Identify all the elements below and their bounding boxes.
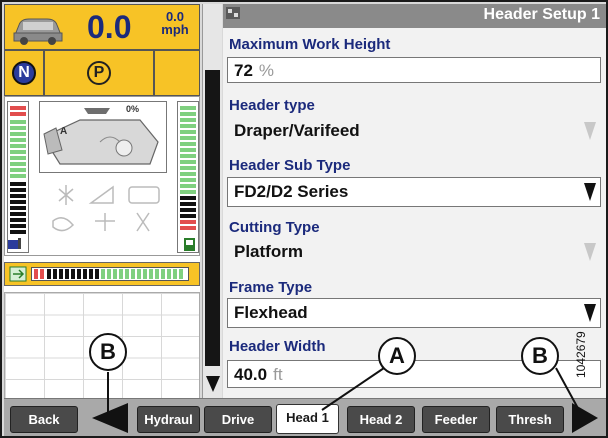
park-indicator: P bbox=[44, 50, 154, 96]
cutting-type-label: Cutting Type bbox=[229, 219, 320, 236]
tab-head-1[interactable]: Head 1 bbox=[276, 404, 339, 434]
page-title: Header Setup 1 bbox=[483, 6, 600, 23]
max-work-height-value: 72 bbox=[234, 61, 253, 80]
dropdown-arrow-disabled-icon bbox=[584, 243, 596, 261]
callout-b-right: B bbox=[521, 337, 559, 375]
title-bar: Header Setup 1 bbox=[223, 4, 606, 28]
grain-tank-gauge bbox=[177, 101, 199, 253]
max-work-height-label: Maximum Work Height bbox=[229, 36, 391, 53]
cutting-type-dropdown: Platform bbox=[227, 237, 601, 267]
max-work-height-unit: % bbox=[258, 61, 275, 80]
header-type-value: Draper/Varifeed bbox=[234, 121, 360, 140]
tab-thresh[interactable]: Thresh bbox=[496, 406, 564, 433]
header-width-label: Header Width bbox=[229, 338, 326, 355]
neutral-indicator: N bbox=[4, 50, 44, 96]
fan-icon bbox=[9, 266, 27, 282]
machine-percent: 0% bbox=[126, 104, 140, 114]
tab-head-2[interactable]: Head 2 bbox=[347, 406, 415, 433]
machine-function-icons bbox=[52, 185, 160, 232]
car-icon bbox=[13, 18, 63, 45]
speed-unit: mph bbox=[161, 22, 189, 37]
fuel-level-gauge bbox=[7, 101, 29, 253]
dropdown-arrow-icon[interactable] bbox=[584, 183, 596, 201]
dropdown-arrow-icon[interactable] bbox=[584, 304, 596, 322]
back-button[interactable]: Back bbox=[10, 406, 78, 433]
speed-value: 0.0 bbox=[87, 9, 132, 45]
tab-hydraul[interactable]: Hydraul bbox=[137, 406, 200, 433]
machine-status: 0% A bbox=[4, 96, 200, 256]
tab-bar: Back Hydraul Drive Head 1 Head 2 Feeder … bbox=[4, 398, 606, 436]
frame-type-value: Flexhead bbox=[234, 303, 308, 322]
max-work-height-input[interactable]: 72% bbox=[227, 57, 601, 83]
park-icon: P bbox=[87, 61, 111, 85]
callout-a: A bbox=[378, 337, 416, 375]
header-width-unit: ft bbox=[273, 365, 283, 384]
tab-drive[interactable]: Drive bbox=[204, 406, 272, 433]
speed-readout: 0.0 0.0 mph bbox=[4, 4, 200, 50]
combine-icon: 0% A bbox=[39, 101, 167, 173]
header-width-value: 40.0 bbox=[234, 365, 268, 384]
fan-speed-bar bbox=[4, 262, 200, 286]
dropdown-arrow-disabled-icon bbox=[584, 122, 596, 140]
scroll-thumb[interactable] bbox=[205, 70, 220, 366]
cutting-type-value: Platform bbox=[234, 242, 303, 261]
header-type-dropdown: Draper/Varifeed bbox=[227, 116, 601, 146]
header-sub-type-value: FD2/D2 Series bbox=[234, 182, 349, 201]
next-tabs-arrow-icon[interactable] bbox=[570, 401, 600, 435]
header-sub-type-dropdown[interactable]: FD2/D2 Series bbox=[227, 177, 601, 207]
header-type-label: Header type bbox=[229, 97, 315, 114]
callout-b-left: B bbox=[89, 333, 127, 371]
display-screen: 0.0 0.0 mph N P 0% A Header Setup 1 Maxi… bbox=[0, 0, 608, 438]
fuel-level-icon bbox=[184, 238, 195, 251]
frame-type-dropdown[interactable]: Flexhead bbox=[227, 298, 601, 328]
frame-type-label: Frame Type bbox=[229, 279, 313, 296]
machine-callout-a: A bbox=[60, 126, 68, 137]
fan-speed-cells bbox=[31, 267, 189, 281]
tab-feeder[interactable]: Feeder bbox=[422, 406, 490, 433]
neutral-icon: N bbox=[12, 61, 36, 85]
status-slot bbox=[154, 50, 200, 96]
page-icon bbox=[226, 7, 240, 19]
engine-temp-icon bbox=[8, 238, 21, 249]
vertical-scrollbar[interactable] bbox=[202, 4, 222, 398]
figure-id: 1042679 bbox=[574, 331, 588, 378]
header-sub-type-label: Header Sub Type bbox=[229, 157, 351, 174]
scroll-down-arrow-icon[interactable] bbox=[204, 372, 222, 394]
speed-unit-block: 0.0 mph bbox=[155, 10, 195, 36]
previous-tabs-arrow-icon[interactable] bbox=[90, 401, 130, 435]
